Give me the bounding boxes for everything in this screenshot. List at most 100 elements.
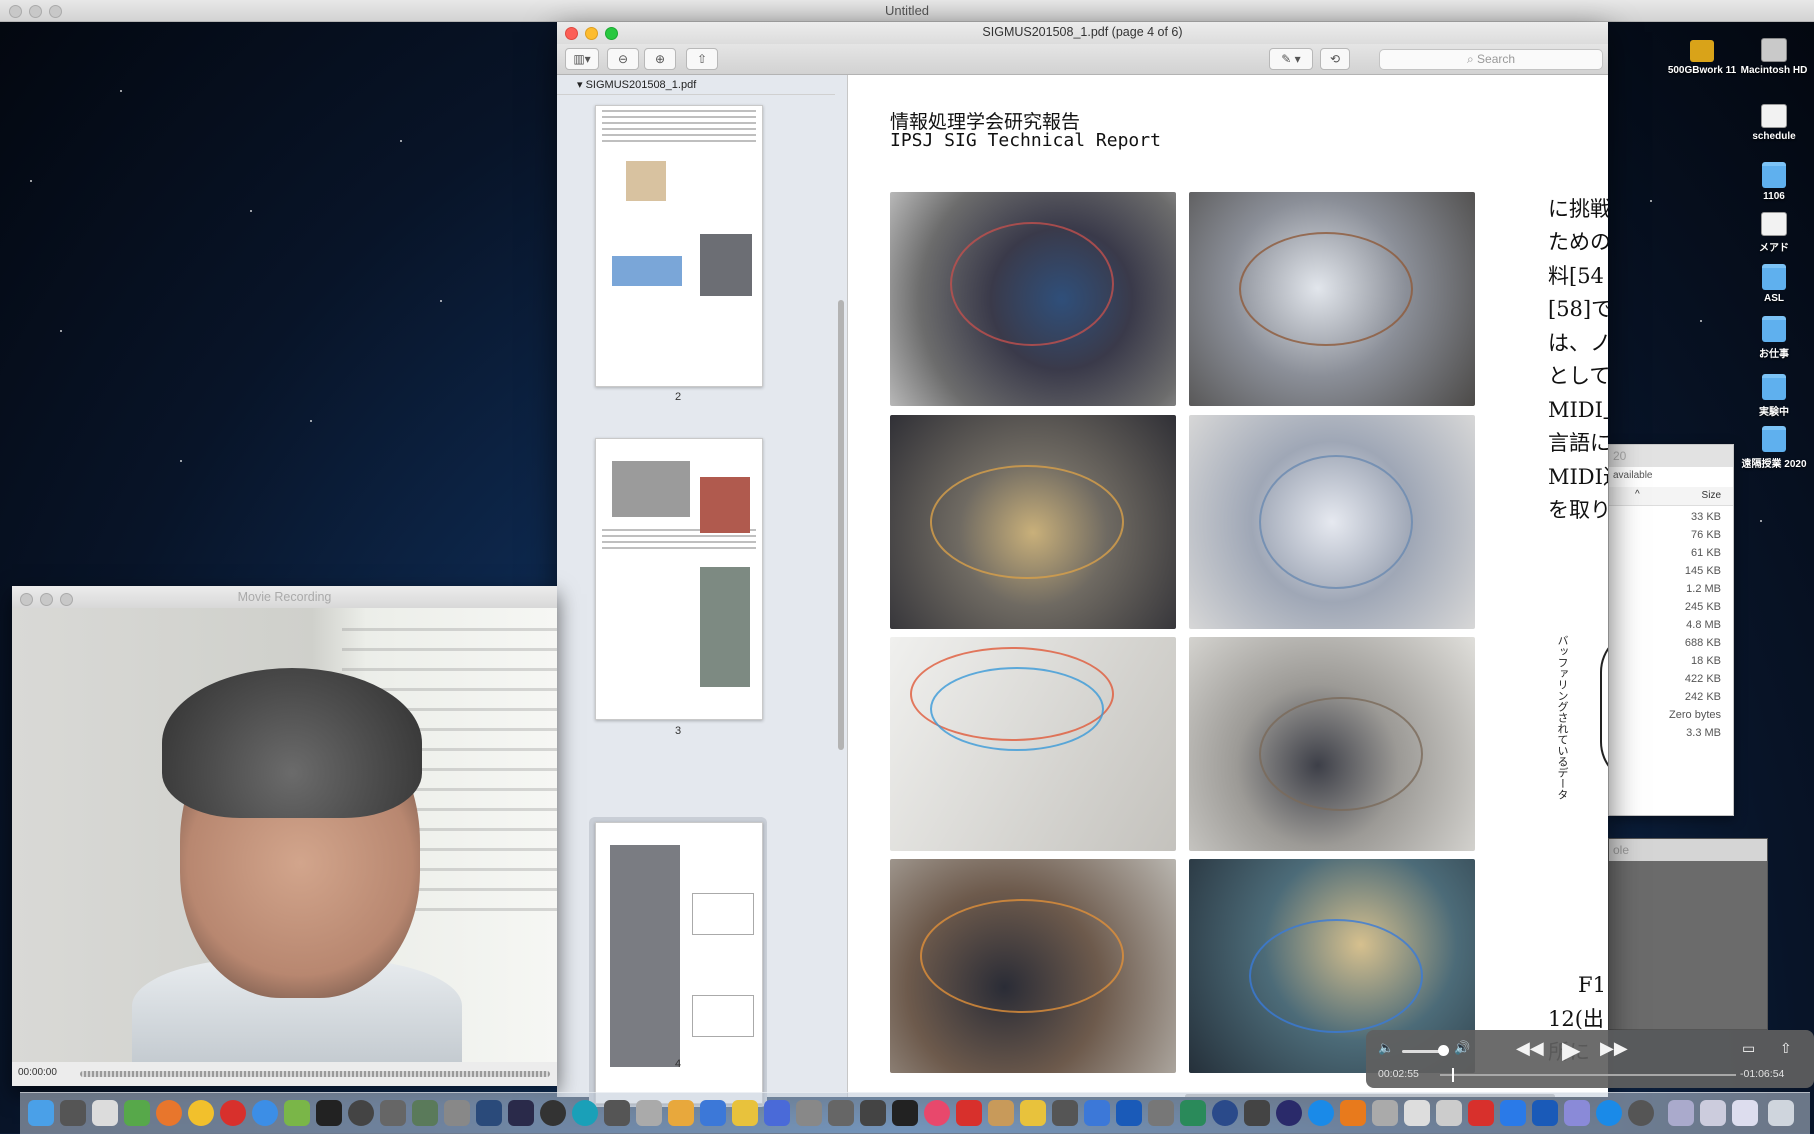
finder-size-row[interactable]: 33 KB — [1691, 511, 1721, 523]
finder-size-row[interactable]: 242 KB — [1685, 691, 1721, 703]
app-icon[interactable] — [956, 1100, 982, 1126]
chrome-icon[interactable] — [188, 1100, 214, 1126]
desktop-icon-macintosh-hd[interactable]: Macintosh HD — [1729, 38, 1814, 76]
finder-size-row[interactable]: 422 KB — [1685, 673, 1721, 685]
app-icon[interactable] — [1084, 1100, 1110, 1126]
app-icon[interactable] — [700, 1100, 726, 1126]
finder-column-header[interactable]: ^ Size — [1609, 487, 1733, 506]
search-input[interactable]: ⌕ Search — [1379, 49, 1603, 70]
app-icon[interactable] — [1308, 1100, 1334, 1126]
app-icon[interactable] — [1596, 1100, 1622, 1126]
app-icon[interactable] — [1500, 1100, 1526, 1126]
app-icon[interactable] — [572, 1100, 598, 1126]
app-icon[interactable] — [604, 1100, 630, 1126]
app-icon[interactable] — [1628, 1100, 1654, 1126]
playback-progress[interactable] — [1440, 1074, 1736, 1076]
app-icon[interactable] — [1244, 1100, 1270, 1126]
zoom-button[interactable] — [60, 593, 73, 606]
pdf-page-view[interactable]: 情報処理学会研究報告 IPSJ SIG Technical Report に挑戦… — [848, 75, 1608, 1097]
app-icon[interactable] — [1532, 1100, 1558, 1126]
sidebar-file-header[interactable]: ▾ SIGMUS201508_1.pdf — [557, 75, 835, 95]
app-icon[interactable] — [508, 1100, 534, 1126]
volume-slider-knob[interactable] — [1438, 1045, 1449, 1056]
app-icon[interactable] — [892, 1100, 918, 1126]
size-column-header[interactable]: Size — [1702, 490, 1721, 501]
app-icon[interactable] — [1052, 1100, 1078, 1126]
document-title[interactable]: SIGMUS201508_1.pdf (page 4 of 6) — [557, 25, 1608, 39]
minimize-button[interactable] — [40, 593, 53, 606]
desktop-icon-1106[interactable]: 1106 — [1729, 162, 1814, 202]
app-icon[interactable] — [444, 1100, 470, 1126]
app-icon[interactable] — [476, 1100, 502, 1126]
finder-size-row[interactable]: 3.3 MB — [1686, 727, 1721, 739]
finder-size-row[interactable]: 1.2 MB — [1686, 583, 1721, 595]
airplay-icon[interactable]: ▭ — [1742, 1040, 1755, 1057]
app-icon[interactable] — [1732, 1100, 1758, 1126]
app-icon[interactable] — [1020, 1100, 1046, 1126]
app-icon[interactable] — [380, 1100, 406, 1126]
share-button[interactable]: ⇧ — [686, 48, 718, 70]
playhead[interactable] — [1451, 1068, 1454, 1082]
app-icon[interactable] — [1372, 1100, 1398, 1126]
terminal-icon[interactable] — [316, 1100, 342, 1126]
fast-forward-button[interactable]: ▶▶ — [1600, 1038, 1628, 1059]
zoom-in-button[interactable]: ⊕ — [644, 48, 676, 70]
desktop-icon-asl[interactable]: ASL — [1729, 264, 1814, 304]
play-button[interactable]: ▶ — [1562, 1036, 1580, 1065]
app-icon[interactable] — [860, 1100, 886, 1126]
desktop-icon-jikkenchu[interactable]: 実験中 — [1729, 374, 1814, 418]
page-thumbnail-2[interactable] — [595, 105, 763, 387]
app-icon[interactable] — [764, 1100, 790, 1126]
desktop-icon-schedule[interactable]: schedule — [1729, 104, 1814, 142]
app-icon[interactable] — [348, 1100, 374, 1126]
rotate-button[interactable]: ⟲ — [1320, 48, 1350, 70]
finder-size-row[interactable]: 61 KB — [1691, 547, 1721, 559]
app-icon[interactable] — [988, 1100, 1014, 1126]
app-icon[interactable] — [1668, 1100, 1694, 1126]
safari-icon[interactable] — [252, 1100, 278, 1126]
trash-icon[interactable] — [1768, 1100, 1794, 1126]
app-icon[interactable] — [284, 1100, 310, 1126]
finder-size-row[interactable]: 4.8 MB — [1686, 619, 1721, 631]
app-icon[interactable] — [1148, 1100, 1174, 1126]
app-icon[interactable] — [828, 1100, 854, 1126]
app-icon[interactable] — [668, 1100, 694, 1126]
app-icon[interactable] — [124, 1100, 150, 1126]
vlc-icon[interactable] — [1340, 1100, 1366, 1126]
zoom-out-button[interactable]: ⊖ — [607, 48, 639, 70]
desktop-icon-enkaku-jugyo[interactable]: 遠隔授業 2020 — [1729, 426, 1814, 470]
app-icon[interactable] — [412, 1100, 438, 1126]
finder-size-row[interactable]: 245 KB — [1685, 601, 1721, 613]
app-icon[interactable] — [1116, 1100, 1142, 1126]
app-icon[interactable] — [1436, 1100, 1462, 1126]
desktop-icon-meado[interactable]: メアド — [1729, 212, 1814, 254]
app-icon[interactable] — [1564, 1100, 1590, 1126]
finder-size-row[interactable]: 145 KB — [1685, 565, 1721, 577]
app-icon[interactable] — [1212, 1100, 1238, 1126]
finder-size-row[interactable]: 688 KB — [1685, 637, 1721, 649]
app-icon[interactable] — [796, 1100, 822, 1126]
markup-button[interactable]: ✎ ▾ — [1269, 48, 1313, 70]
app-icon[interactable] — [1468, 1100, 1494, 1126]
app-icon[interactable] — [636, 1100, 662, 1126]
sidebar-scrollbar[interactable] — [838, 300, 844, 750]
app-icon[interactable] — [540, 1100, 566, 1126]
share-icon[interactable]: ⇧ — [1780, 1040, 1792, 1057]
app-icon[interactable] — [732, 1100, 758, 1126]
finder-size-row[interactable]: Zero bytes — [1669, 709, 1721, 721]
rewind-button[interactable]: ◀◀ — [1516, 1038, 1544, 1059]
desktop-icon-oshigoto[interactable]: お仕事 — [1729, 316, 1814, 360]
finder-icon[interactable] — [28, 1100, 54, 1126]
app-icon[interactable] — [1700, 1100, 1726, 1126]
vivaldi-icon[interactable] — [220, 1100, 246, 1126]
app-icon[interactable] — [1180, 1100, 1206, 1126]
sidebar-toggle-button[interactable]: ▥▾ — [565, 48, 599, 70]
finder-size-row[interactable]: 18 KB — [1691, 655, 1721, 667]
app-icon[interactable] — [1276, 1100, 1302, 1126]
app-icon[interactable] — [1404, 1100, 1430, 1126]
firefox-icon[interactable] — [156, 1100, 182, 1126]
page-thumbnail-3[interactable] — [595, 438, 763, 720]
music-icon[interactable] — [924, 1100, 950, 1126]
finder-size-row[interactable]: 76 KB — [1691, 529, 1721, 541]
app-icon[interactable] — [60, 1100, 86, 1126]
